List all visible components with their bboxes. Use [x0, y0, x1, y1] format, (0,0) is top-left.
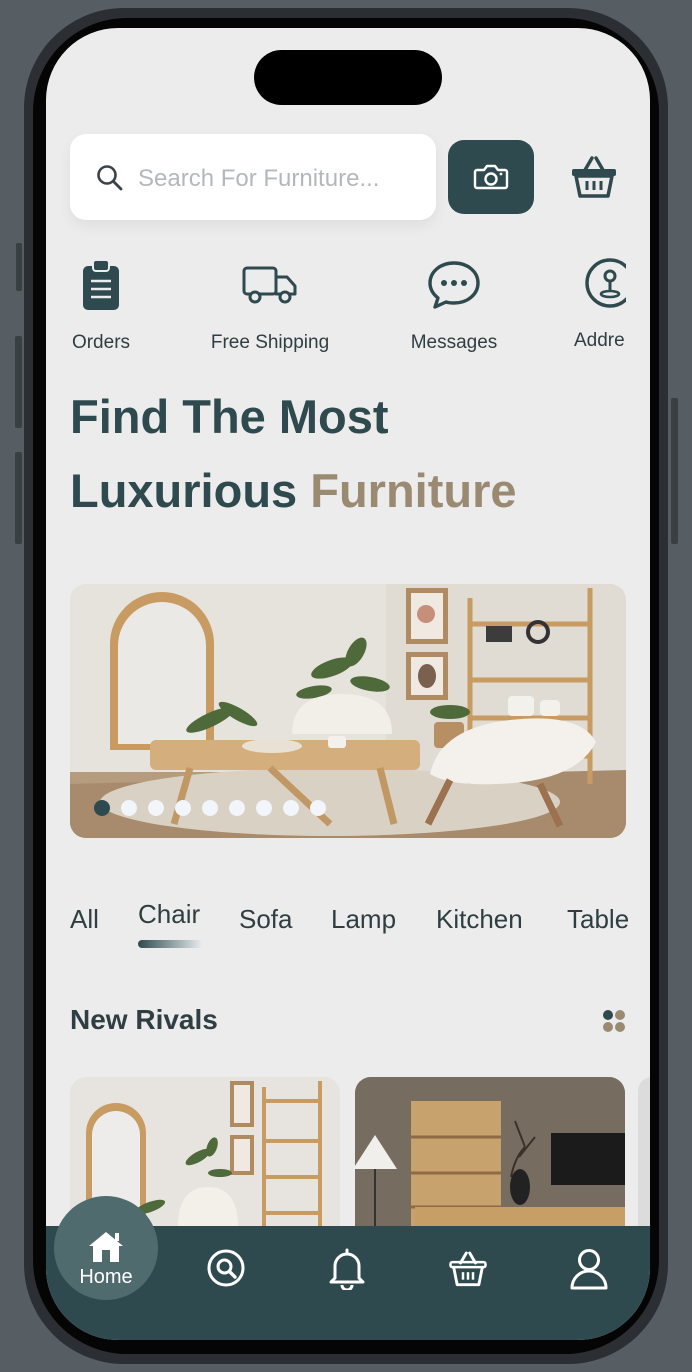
power-button [671, 398, 678, 544]
carousel-dot[interactable] [175, 800, 191, 816]
carousel-dot[interactable] [283, 800, 299, 816]
headline-line2: Luxurious Furniture [70, 454, 517, 528]
carousel-dot[interactable] [94, 800, 110, 816]
headline-word-luxurious: Luxurious [70, 464, 298, 517]
headline-line1: Find The Most [70, 390, 389, 443]
page-headline: Find The Most Luxurious Furniture [70, 380, 517, 528]
category-tabs: All Chair Sofa Lamp Kitchen Table [46, 896, 650, 956]
search-input[interactable] [136, 158, 420, 200]
tab-profile[interactable] [570, 1248, 608, 1295]
chat-bubble-icon [427, 260, 481, 315]
carousel-dot[interactable] [256, 800, 272, 816]
tab-search[interactable] [206, 1248, 246, 1293]
grid-view-icon[interactable] [602, 1009, 626, 1038]
tab-table[interactable]: Table [567, 904, 629, 935]
tab-home[interactable]: Home [54, 1196, 158, 1300]
camera-search-button[interactable] [448, 140, 534, 214]
basket-icon [448, 1251, 488, 1292]
mute-switch [16, 243, 22, 291]
quick-action-free-shipping[interactable]: Free Shipping [206, 256, 334, 354]
bell-icon [329, 1248, 365, 1294]
quick-action-orders[interactable]: Orders [68, 256, 134, 354]
tab-sofa[interactable]: Sofa [239, 904, 293, 935]
quick-action-label: Messages [410, 332, 498, 353]
carousel-indicator[interactable] [94, 800, 326, 816]
dynamic-island [254, 50, 442, 105]
carousel-dot[interactable] [148, 800, 164, 816]
headline-word-furniture: Furniture [310, 464, 517, 517]
tab-lamp[interactable]: Lamp [331, 904, 396, 935]
user-icon [570, 1249, 608, 1294]
app-screen: Orders Free Shipping Messages Addre Find… [46, 28, 650, 1340]
quick-action-label: Addre [574, 330, 625, 351]
quick-action-label: Free Shipping [210, 332, 330, 353]
tab-kitchen[interactable]: Kitchen [436, 904, 523, 935]
carousel-dot[interactable] [202, 800, 218, 816]
tab-chair[interactable]: Chair [138, 899, 203, 948]
carousel-dot[interactable] [310, 800, 326, 816]
quick-action-label: Orders [71, 332, 131, 353]
volume-up-button [15, 336, 22, 428]
promo-banner[interactable] [70, 584, 626, 838]
search-icon [96, 164, 124, 197]
basket-icon[interactable] [570, 152, 618, 205]
home-icon [54, 1230, 158, 1264]
quick-action-messages[interactable]: Messages [406, 256, 502, 354]
clipboard-icon [82, 258, 120, 316]
search-icon [206, 1249, 246, 1292]
quick-action-address[interactable]: Addre [570, 256, 626, 366]
tab-home-label: Home [79, 1266, 133, 1288]
search-bar[interactable] [70, 134, 436, 220]
truck-icon [242, 264, 298, 311]
tab-notifications[interactable] [329, 1248, 365, 1295]
volume-down-button [15, 452, 22, 544]
section-title: New Rivals [70, 1004, 218, 1035]
location-pin-icon [584, 256, 626, 315]
carousel-dot[interactable] [121, 800, 137, 816]
tab-cart[interactable] [448, 1248, 488, 1293]
carousel-dot[interactable] [229, 800, 245, 816]
tab-all[interactable]: All [70, 904, 99, 935]
